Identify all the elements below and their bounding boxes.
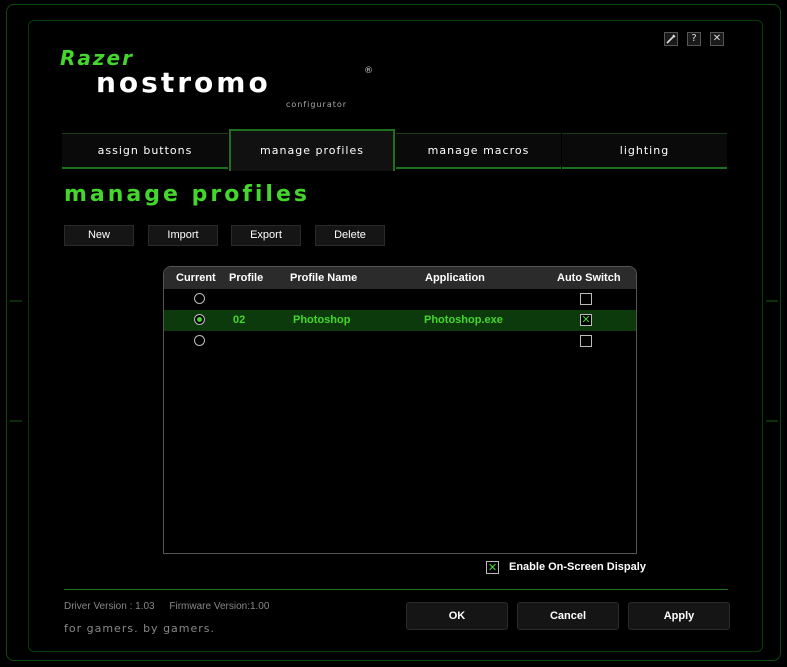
auto-switch-checkbox[interactable]: ✕ [580,314,592,326]
tab-manage-macros[interactable]: manage macros [396,133,561,169]
frame-decoration [766,420,778,422]
frame-decoration [766,300,778,302]
current-radio[interactable] [194,314,205,325]
ok-button[interactable]: OK [406,602,508,630]
cancel-button[interactable]: Cancel [517,602,619,630]
tab-assign-buttons[interactable]: assign buttons [62,133,228,169]
wrench-icon[interactable] [664,32,678,46]
header-current: Current [176,272,216,284]
footer-divider [64,589,728,590]
main-tabs: assign buttons manage profiles manage ma… [62,129,727,171]
help-button[interactable]: ? [687,32,701,46]
osd-checkbox[interactable]: ✕ [486,561,499,574]
header-application: Application [425,272,485,284]
table-row[interactable] [164,331,636,352]
header-profile-name: Profile Name [290,272,358,284]
delete-button[interactable]: Delete [315,225,385,246]
logo-subtitle: configurator [286,100,348,109]
driver-version: Driver Version : 1.03 [64,601,155,612]
profile-application: Photoshop.exe [424,314,503,326]
current-radio[interactable] [194,335,205,346]
import-button[interactable]: Import [148,225,218,246]
product-logo: nostromo [96,66,271,99]
version-info: Driver Version : 1.03 Firmware Version:1… [64,601,281,612]
tab-manage-profiles[interactable]: manage profiles [229,129,395,171]
export-button[interactable]: Export [231,225,301,246]
table-row[interactable]: 02 Photoshop Photoshop.exe ✕ [164,310,636,331]
table-header: Current Profile Profile Name Application… [164,267,636,289]
osd-label[interactable]: Enable On-Screen Dispaly [509,561,646,573]
current-radio[interactable] [194,293,205,304]
frame-decoration [10,420,22,422]
frame-decoration [10,300,22,302]
wrench-icon-glyph [666,34,676,44]
profiles-table: Current Profile Profile Name Application… [163,266,637,554]
auto-switch-checkbox[interactable] [580,293,592,305]
firmware-version: Firmware Version:1.00 [169,601,270,612]
table-row[interactable] [164,289,636,310]
profile-number: 02 [233,314,246,326]
profile-name: Photoshop [293,314,351,326]
tagline: for gamers. by gamers. [64,622,216,635]
page-title: manage profiles [64,182,310,207]
auto-switch-checkbox[interactable] [580,335,592,347]
close-button[interactable]: ✕ [710,32,724,46]
header-profile: Profile [229,272,264,284]
tab-lighting[interactable]: lighting [562,133,727,169]
apply-button[interactable]: Apply [628,602,730,630]
new-profile-button[interactable]: New [64,225,134,246]
registered-mark: ® [364,66,373,76]
header-auto-switch: Auto Switch [557,272,621,284]
